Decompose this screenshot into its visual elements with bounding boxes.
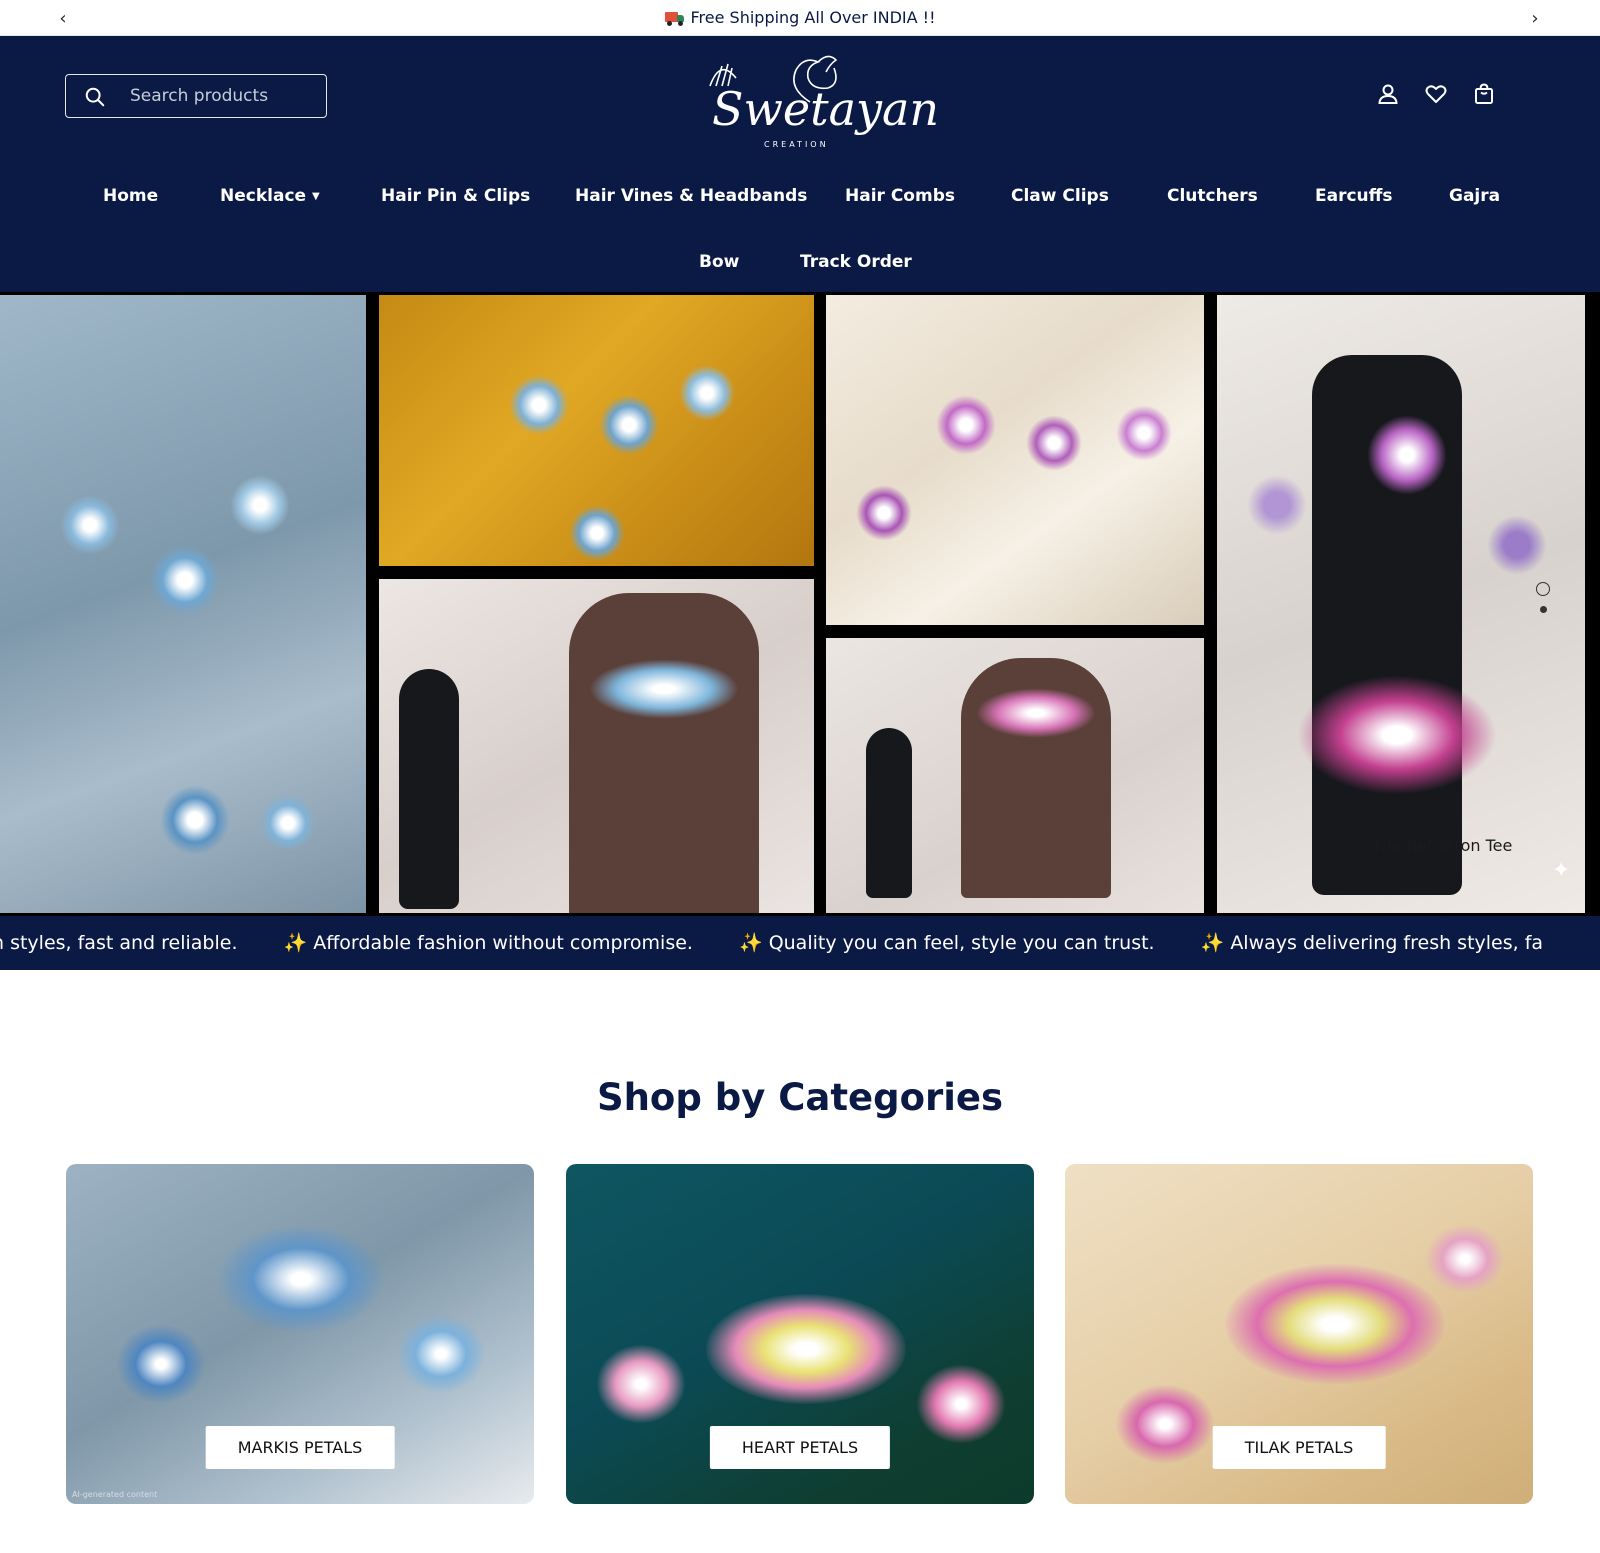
hero-image-purple-hand	[1217, 295, 1585, 913]
category-label[interactable]: TILAK PETALS	[1212, 1426, 1386, 1469]
marquee-item: ✨ Quality you can feel, style you can tru…	[739, 932, 1155, 954]
marquee-item: ✨ Always delivering fresh styles, fa	[1200, 932, 1544, 954]
announcement-text: Free Shipping All Over INDIA !!	[690, 8, 936, 27]
category-card-markis-petals[interactable]: MARKIS PETALS AI-generated content	[66, 1164, 534, 1504]
search-box[interactable]	[65, 74, 327, 118]
hero-image-yellow-necklace	[379, 295, 814, 566]
category-label[interactable]: HEART PETALS	[709, 1426, 891, 1469]
hero-image-purple-necklace	[826, 295, 1204, 625]
category-card-heart-petals[interactable]: HEART PETALS	[566, 1164, 1034, 1504]
slide-indicator-dot[interactable]	[1536, 582, 1550, 596]
sparkles-icon: ✨	[283, 932, 308, 954]
hero-image-pink-bust	[826, 638, 1204, 913]
nav-item-earcuffs[interactable]: Earcuffs	[1315, 186, 1393, 206]
announcement-bar: ‹ Free Shipping All Over INDIA !! ›	[0, 0, 1600, 36]
hero-image-blue-necklace	[0, 295, 366, 913]
marquee-item: h styles, fast and reliable.	[0, 932, 238, 954]
site-header: Swetayan CREATION Home Necklace ▼ Hair Pi…	[0, 36, 1600, 292]
announcement-message: Free Shipping All Over INDIA !!	[664, 8, 936, 27]
search-input[interactable]	[130, 83, 310, 109]
nav-item-hair-pin-clips[interactable]: Hair Pin & Clips	[381, 186, 530, 206]
nav-item-bow[interactable]: Bow	[699, 252, 739, 272]
nav-item-necklace[interactable]: Necklace ▼	[220, 186, 320, 206]
cart-icon[interactable]	[1472, 82, 1496, 106]
nav-item-clutchers[interactable]: Clutchers	[1167, 186, 1258, 206]
nav-item-hair-combs[interactable]: Hair Combs	[845, 186, 955, 206]
sparkle-icon: ✦	[1552, 858, 1571, 883]
site-logo[interactable]: Swetayan CREATION	[700, 48, 939, 149]
announcement-prev-button[interactable]: ‹	[52, 7, 74, 29]
nav-item-gajra[interactable]: Gajra	[1449, 186, 1500, 206]
slide-indicator-dot-active[interactable]	[1540, 606, 1547, 613]
marquee-track: h styles, fast and reliable. ✨ Affordable…	[0, 931, 1583, 954]
hero-image-blue-bust	[379, 579, 814, 913]
sparkles-icon: ✨	[739, 932, 763, 954]
account-icon[interactable]	[1376, 82, 1400, 106]
category-label[interactable]: MARKIS PETALS	[205, 1426, 395, 1469]
hero-banner[interactable]: The ReCotton Tee ✦	[0, 292, 1600, 916]
ai-generated-note: AI-generated content	[72, 1490, 158, 1499]
hero-caption: The ReCotton Tee	[1372, 836, 1513, 855]
categories-title: Shop by Categories	[596, 1076, 1004, 1119]
sparkles-icon: ✨	[1200, 932, 1225, 954]
nav-item-home[interactable]: Home	[103, 186, 158, 206]
promo-marquee: h styles, fast and reliable. ✨ Affordable…	[0, 916, 1600, 970]
nav-item-claw-clips[interactable]: Claw Clips	[1011, 186, 1109, 206]
nav-item-track-order[interactable]: Track Order	[800, 252, 912, 272]
nav-item-hair-vines-headbands[interactable]: Hair Vines & Headbands	[575, 186, 807, 206]
logo-text: Swetayan	[712, 82, 940, 136]
announcement-next-button[interactable]: ›	[1524, 7, 1546, 29]
category-card-tilak-petals[interactable]: TILAK PETALS	[1065, 1164, 1533, 1504]
chevron-down-icon: ▼	[312, 190, 320, 202]
search-icon	[85, 87, 105, 107]
marquee-item: ✨ Affordable fashion without compromise.	[283, 932, 693, 954]
heart-icon[interactable]	[1424, 82, 1448, 106]
nav-item-label: Necklace	[220, 186, 307, 206]
truck-icon	[664, 11, 685, 26]
header-icons	[1376, 82, 1496, 106]
logo-subtext: CREATION	[764, 140, 829, 149]
